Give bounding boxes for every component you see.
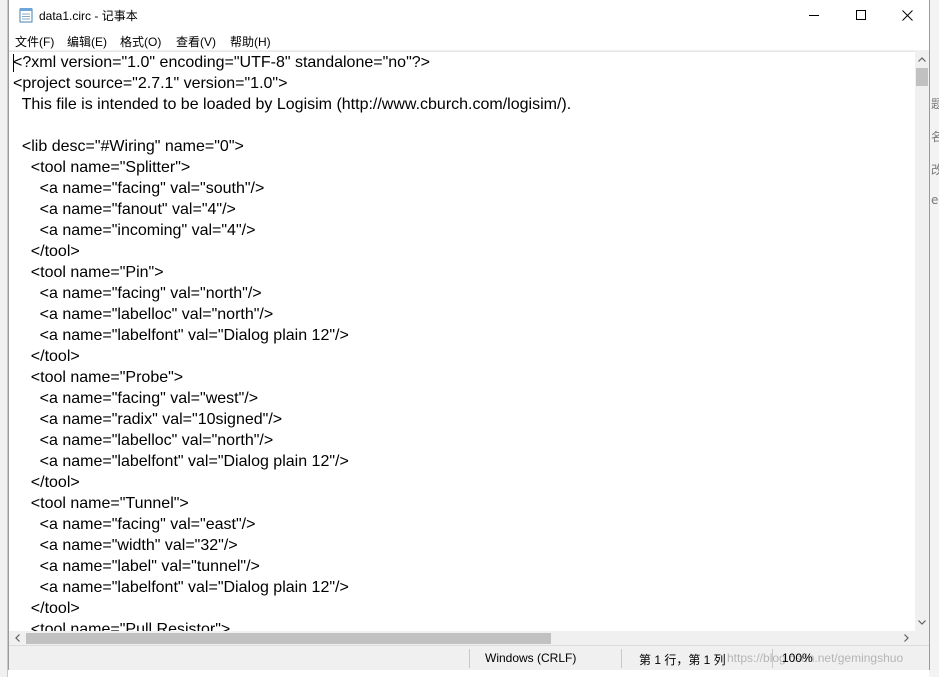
chevron-left-icon	[15, 634, 20, 642]
cursor-position-status: 第 1 行，第 1 列	[639, 653, 726, 667]
title-bar[interactable]: data1.circ - 记事本	[9, 0, 929, 30]
maximize-button[interactable]	[838, 0, 884, 30]
editor-line: <a name="facing" val="east"/>	[13, 516, 256, 533]
scroll-up-button[interactable]	[915, 51, 929, 68]
background-fragment: 名	[931, 130, 939, 144]
editor-content: <?xml version="1.0" encoding="UTF-8" sta…	[13, 52, 571, 631]
zoom-status: 100%	[782, 651, 813, 665]
minimize-icon	[809, 15, 819, 16]
status-bar: Windows (CRLF) 第 1 行，第 1 列 https://blog.…	[9, 645, 929, 670]
menu-edit[interactable]: 编辑(E)	[67, 33, 107, 50]
status-separator	[772, 649, 773, 668]
editor-line: <a name="incoming" val="4"/>	[13, 222, 256, 239]
close-button[interactable]	[884, 0, 930, 30]
editor-line: <a name="label" val="tunnel"/>	[13, 558, 260, 575]
editor-line: <a name="labelloc" val="north"/>	[13, 432, 274, 449]
editor-line: <?xml version="1.0" encoding="UTF-8" sta…	[13, 54, 430, 71]
text-caret	[13, 54, 14, 72]
editor-line: <a name="labelfont" val="Dialog plain 12…	[13, 453, 349, 470]
scrollbar-corner	[915, 631, 929, 645]
notepad-icon	[19, 7, 33, 23]
menu-bar: 文件(F) 编辑(E) 格式(O) 查看(V) 帮助(H)	[9, 30, 929, 51]
menu-file[interactable]: 文件(F)	[15, 33, 54, 50]
editor-line: </tool>	[13, 243, 80, 260]
text-editor[interactable]: <?xml version="1.0" encoding="UTF-8" sta…	[9, 51, 915, 631]
status-separator	[469, 649, 470, 668]
editor-line: <tool name="Pin">	[13, 264, 164, 281]
editor-line: This file is intended to be loaded by Lo…	[13, 96, 572, 113]
background-fragment: 改	[931, 163, 939, 177]
editor-line: <a name="labelfont" val="Dialog plain 12…	[13, 327, 349, 344]
line-ending-status: Windows (CRLF)	[485, 651, 577, 665]
scroll-left-button[interactable]	[9, 631, 26, 645]
background-fragment: 题	[931, 97, 939, 111]
chevron-up-icon	[918, 57, 926, 62]
editor-line: <a name="width" val="32"/>	[13, 537, 238, 554]
background-window-right: 题 名 改 er	[929, 0, 939, 677]
horizontal-scroll-thumb[interactable]	[26, 633, 551, 644]
editor-line: <a name="facing" val="west"/>	[13, 390, 259, 407]
editor-line: </tool>	[13, 348, 80, 365]
window-title: data1.circ - 记事本	[39, 9, 138, 23]
editor-line: <a name="facing" val="north"/>	[13, 285, 262, 302]
scroll-down-button[interactable]	[915, 614, 929, 631]
menu-format[interactable]: 格式(O)	[120, 33, 161, 50]
watermark: https://blog.csdn.net/gemingshuo	[727, 651, 904, 665]
editor-line: <a name="labelloc" val="north"/>	[13, 306, 274, 323]
editor-line: </tool>	[13, 474, 80, 491]
close-icon	[901, 9, 913, 21]
editor-line: <a name="facing" val="south"/>	[13, 180, 265, 197]
scroll-right-button[interactable]	[898, 631, 915, 645]
vertical-scrollbar[interactable]	[915, 51, 929, 631]
background-fragment: er	[931, 193, 939, 207]
minimize-button[interactable]	[791, 0, 837, 30]
chevron-down-icon	[918, 620, 926, 625]
vertical-scroll-thumb[interactable]	[916, 68, 928, 86]
background-window-left	[0, 0, 8, 677]
editor-line: </tool>	[13, 600, 80, 617]
status-separator	[621, 649, 622, 668]
editor-line: <a name="fanout" val="4"/>	[13, 201, 236, 218]
editor-line: <a name="labelfont" val="Dialog plain 12…	[13, 579, 349, 596]
horizontal-scrollbar[interactable]	[9, 631, 915, 645]
chevron-right-icon	[904, 634, 909, 642]
editor-line: <tool name="Tunnel">	[13, 495, 189, 512]
editor-line: <tool name="Pull Resistor">	[13, 621, 231, 631]
menu-help[interactable]: 帮助(H)	[230, 33, 271, 50]
maximize-icon	[856, 10, 866, 20]
editor-line: <tool name="Probe">	[13, 369, 184, 386]
notepad-window: data1.circ - 记事本 文件(F) 编辑(E) 格式(O) 查看(V)…	[8, 0, 930, 670]
editor-line: <project source="2.7.1" version="1.0">	[13, 75, 288, 92]
menu-view[interactable]: 查看(V)	[176, 33, 216, 50]
editor-line: <tool name="Splitter">	[13, 159, 191, 176]
editor-line: <a name="radix" val="10signed"/>	[13, 411, 283, 428]
editor-line: <lib desc="#Wiring" name="0">	[13, 138, 244, 155]
